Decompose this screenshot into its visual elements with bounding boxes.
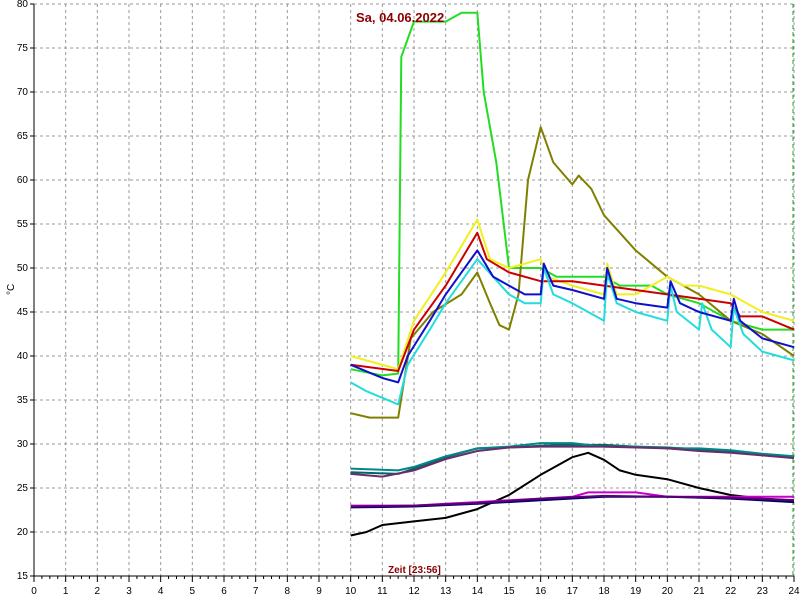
x-tick-label: 9 <box>316 586 322 597</box>
x-tick-label: 10 <box>345 586 357 597</box>
y-tick-label: 55 <box>17 219 29 230</box>
x-tick-label: 12 <box>408 586 420 597</box>
x-tick-label: 11 <box>377 586 388 597</box>
y-tick-label: 65 <box>17 131 29 142</box>
x-tick-label: 3 <box>126 586 132 597</box>
y-tick-label: 80 <box>17 0 29 10</box>
y-tick-label: 30 <box>17 439 29 450</box>
chart-title: Sa, 04.06.2022 <box>356 10 444 25</box>
y-tick-label: 60 <box>17 175 29 186</box>
x-tick-label: 16 <box>535 586 547 597</box>
x-tick-label: 6 <box>221 586 227 597</box>
x-tick-label: 19 <box>630 586 642 597</box>
x-tick-label: 20 <box>662 586 674 597</box>
x-tick-label: 21 <box>693 586 705 597</box>
x-tick-label: 4 <box>158 586 164 597</box>
x-tick-label: 15 <box>503 586 515 597</box>
x-tick-label: 18 <box>598 586 610 597</box>
y-tick-label: 25 <box>17 483 29 494</box>
x-tick-label: 2 <box>95 586 101 597</box>
y-tick-label: 40 <box>17 351 29 362</box>
y-tick-label: 20 <box>17 527 29 538</box>
x-axis-label: Zeit [23:56] <box>388 565 441 576</box>
x-tick-label: 22 <box>725 586 737 597</box>
x-tick-label: 7 <box>253 586 259 597</box>
x-tick-label: 17 <box>567 586 579 597</box>
x-tick-label: 23 <box>757 586 769 597</box>
y-tick-label: 50 <box>17 263 29 274</box>
y-axis-label: °C <box>6 284 17 295</box>
y-tick-label: 35 <box>17 395 29 406</box>
x-tick-label: 5 <box>190 586 196 597</box>
temperature-chart: 1520253035404550556065707580 01234567891… <box>0 0 800 600</box>
x-tick-label: 8 <box>285 586 291 597</box>
x-tick-label: 14 <box>472 586 484 597</box>
x-tick-label: 1 <box>63 586 69 597</box>
x-tick-label: 0 <box>31 586 37 597</box>
y-tick-label: 15 <box>17 571 29 582</box>
y-tick-label: 45 <box>17 307 29 318</box>
x-tick-label: 13 <box>440 586 452 597</box>
y-tick-label: 70 <box>17 87 29 98</box>
x-tick-label: 24 <box>788 586 800 597</box>
y-tick-label: 75 <box>17 43 29 54</box>
